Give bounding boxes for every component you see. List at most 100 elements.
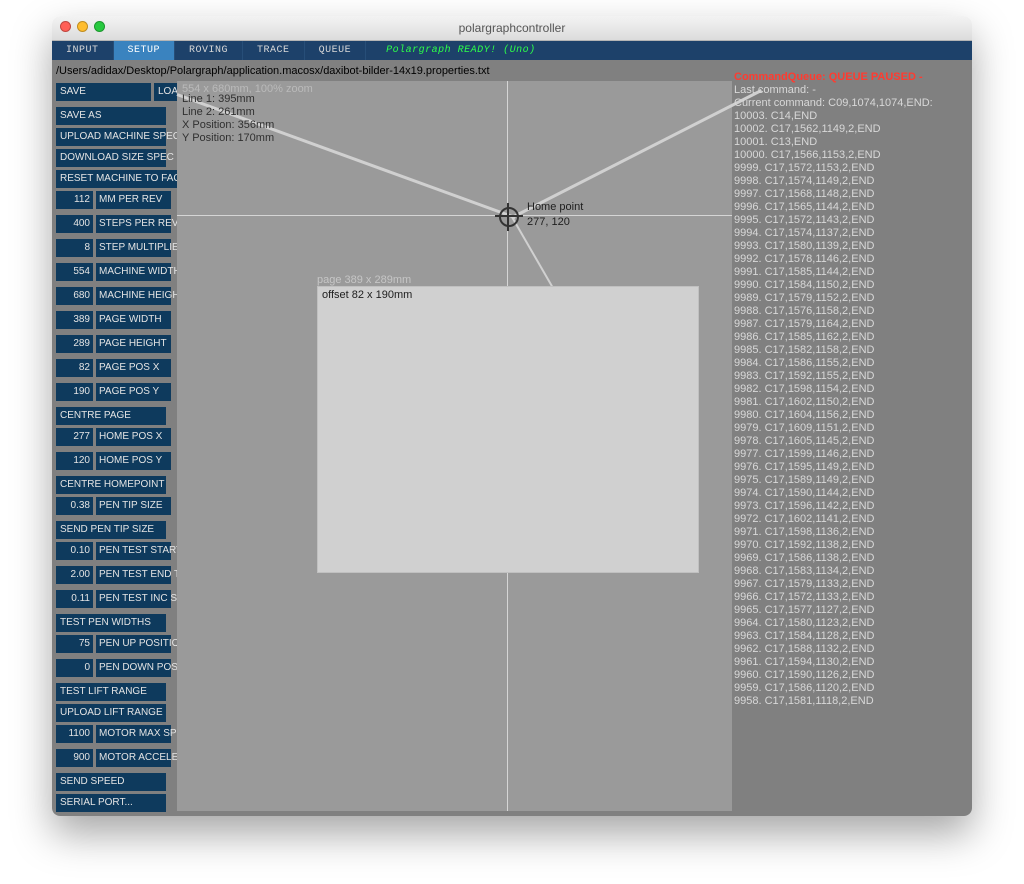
queue-line: 9996. C17,1565,1144,2,END — [734, 201, 966, 214]
param-label[interactable]: PEN TEST START TIP — [96, 542, 171, 560]
param-label[interactable]: PAGE WIDTH — [96, 311, 171, 329]
param-label[interactable]: MOTOR MAX SPEED — [96, 725, 171, 743]
param-label[interactable]: PEN DOWN POSITION — [96, 659, 171, 677]
param-value[interactable]: 2.00 — [56, 566, 93, 584]
queue-line: 9982. C17,1598,1154,2,END — [734, 383, 966, 396]
param-label[interactable]: PAGE POS X — [96, 359, 171, 377]
command-queue-panel: CommandQueue: QUEUE PAUSED - Last comman… — [734, 71, 966, 708]
queue-line: 9959. C17,1586,1120,2,END — [734, 682, 966, 695]
queue-line: 9964. C17,1580,1123,2,END — [734, 617, 966, 630]
param-value[interactable]: 400 — [56, 215, 93, 233]
param-value[interactable]: 554 — [56, 263, 93, 281]
zoom-window-button[interactable] — [94, 21, 105, 32]
param-label[interactable]: PEN TEST END TIP — [96, 566, 171, 584]
queue-line: 9983. C17,1592,1155,2,END — [734, 370, 966, 383]
param-value[interactable]: 120 — [56, 452, 93, 470]
queue-line: 10000. C17,1566,1153,2,END — [734, 149, 966, 162]
tab-input[interactable]: INPUT — [52, 41, 114, 60]
param-label[interactable]: PAGE HEIGHT — [96, 335, 171, 353]
param-value[interactable]: 680 — [56, 287, 93, 305]
close-window-button[interactable] — [60, 21, 71, 32]
window-titlebar: polargraphcontroller — [52, 16, 972, 41]
param-value[interactable]: 8 — [56, 239, 93, 257]
param-value[interactable]: 75 — [56, 635, 93, 653]
param-value[interactable]: 0 — [56, 659, 93, 677]
save-button[interactable]: SAVE — [56, 83, 151, 101]
queue-line: 9965. C17,1577,1127,2,END — [734, 604, 966, 617]
queue-line: 9969. C17,1586,1138,2,END — [734, 552, 966, 565]
home-point-label: Home point — [527, 201, 583, 213]
queue-line: 9974. C17,1590,1144,2,END — [734, 487, 966, 500]
param-label[interactable]: MOTOR ACCELERATION — [96, 749, 171, 767]
param-value[interactable]: 277 — [56, 428, 93, 446]
upload-machine-spec-button[interactable]: UPLOAD MACHINE SPEC — [56, 128, 166, 146]
tab-roving[interactable]: ROVING — [175, 41, 243, 60]
param-value[interactable]: 289 — [56, 335, 93, 353]
param-label[interactable]: MACHINE HEIGHT — [96, 287, 171, 305]
home-point-marker — [499, 207, 519, 227]
param-value[interactable]: 112 — [56, 191, 93, 209]
param-value[interactable]: 389 — [56, 311, 93, 329]
minimize-window-button[interactable] — [77, 21, 88, 32]
param-label[interactable]: PAGE POS Y — [96, 383, 171, 401]
line1-info: Line 1: 395mm — [182, 93, 274, 106]
queue-line: 10001. C13,END — [734, 136, 966, 149]
param-label[interactable]: PEN TEST INC SIZE — [96, 590, 171, 608]
param-value[interactable]: 1100 — [56, 725, 93, 743]
queue-line: 9973. C17,1596,1142,2,END — [734, 500, 966, 513]
param-label[interactable]: STEP MULTIPLIER — [96, 239, 171, 257]
queue-line: 9989. C17,1579,1152,2,END — [734, 292, 966, 305]
download-size-spec-button[interactable]: DOWNLOAD SIZE SPEC — [56, 149, 166, 167]
status-ready: Polargraph READY! (Uno) — [366, 41, 972, 60]
centre-page-button[interactable]: CENTRE PAGE — [56, 407, 166, 425]
machine-canvas[interactable]: Home point 277, 120 page 389 x 289mm off… — [177, 81, 732, 811]
param-value[interactable]: 0.10 — [56, 542, 93, 560]
queue-line: 9977. C17,1599,1146,2,END — [734, 448, 966, 461]
queue-line: 9970. C17,1592,1138,2,END — [734, 539, 966, 552]
param-label[interactable]: PEN TIP SIZE — [96, 497, 171, 515]
queue-line: 9961. C17,1594,1130,2,END — [734, 656, 966, 669]
queue-line: 9962. C17,1588,1132,2,END — [734, 643, 966, 656]
param-value[interactable]: 0.38 — [56, 497, 93, 515]
param-value[interactable]: 190 — [56, 383, 93, 401]
queue-line: 9992. C17,1578,1146,2,END — [734, 253, 966, 266]
queue-current: Current command: C09,1074,1074,END: — [734, 97, 966, 110]
param-label[interactable]: MACHINE WIDTH — [96, 263, 171, 281]
test-lift-range-button[interactable]: TEST LIFT RANGE — [56, 683, 166, 701]
param-label[interactable]: MM PER REV — [96, 191, 171, 209]
save-as-button[interactable]: SAVE AS — [56, 107, 166, 125]
param-value[interactable]: 0.11 — [56, 590, 93, 608]
queue-line: 9988. C17,1576,1158,2,END — [734, 305, 966, 318]
queue-line: 9971. C17,1598,1136,2,END — [734, 526, 966, 539]
tab-bar: INPUT SETUP ROVING TRACE QUEUE Polargrap… — [52, 41, 972, 60]
test-pen-widths-button[interactable]: TEST PEN WIDTHS — [56, 614, 166, 632]
queue-line: 9978. C17,1605,1145,2,END — [734, 435, 966, 448]
param-value[interactable]: 82 — [56, 359, 93, 377]
param-label[interactable]: PEN UP POSITION — [96, 635, 171, 653]
ypos-info: Y Position: 170mm — [182, 132, 274, 145]
upload-lift-range-button[interactable]: UPLOAD LIFT RANGE — [56, 704, 166, 722]
param-value[interactable]: 900 — [56, 749, 93, 767]
queue-line: 9966. C17,1572,1133,2,END — [734, 591, 966, 604]
tab-trace[interactable]: TRACE — [243, 41, 305, 60]
queue-line: 9979. C17,1609,1151,2,END — [734, 422, 966, 435]
param-label[interactable]: STEPS PER REV — [96, 215, 171, 233]
config-path: /Users/adidax/Desktop/Polargraph/applica… — [56, 65, 490, 77]
reset-factory-button[interactable]: RESET MACHINE TO FACTORY — [56, 170, 194, 188]
queue-line: 9997. C17,1568,1148,2,END — [734, 188, 966, 201]
param-label[interactable]: HOME POS Y — [96, 452, 171, 470]
centre-homepoint-button[interactable]: CENTRE HOMEPOINT — [56, 476, 166, 494]
send-pen-tip-button[interactable]: SEND PEN TIP SIZE — [56, 521, 166, 539]
queue-line: 9968. C17,1583,1134,2,END — [734, 565, 966, 578]
queue-last: Last command: - — [734, 84, 966, 97]
queue-line: 10003. C14,END — [734, 110, 966, 123]
send-speed-button[interactable]: SEND SPEED — [56, 773, 166, 791]
queue-line: 9986. C17,1585,1162,2,END — [734, 331, 966, 344]
queue-line: 9976. C17,1595,1149,2,END — [734, 461, 966, 474]
queue-line: 9995. C17,1572,1143,2,END — [734, 214, 966, 227]
tab-setup[interactable]: SETUP — [114, 41, 176, 60]
param-label[interactable]: HOME POS X — [96, 428, 171, 446]
tab-queue[interactable]: QUEUE — [305, 41, 367, 60]
serial-port-button[interactable]: SERIAL PORT... — [56, 794, 166, 812]
line2-info: Line 2: 261mm — [182, 106, 274, 119]
